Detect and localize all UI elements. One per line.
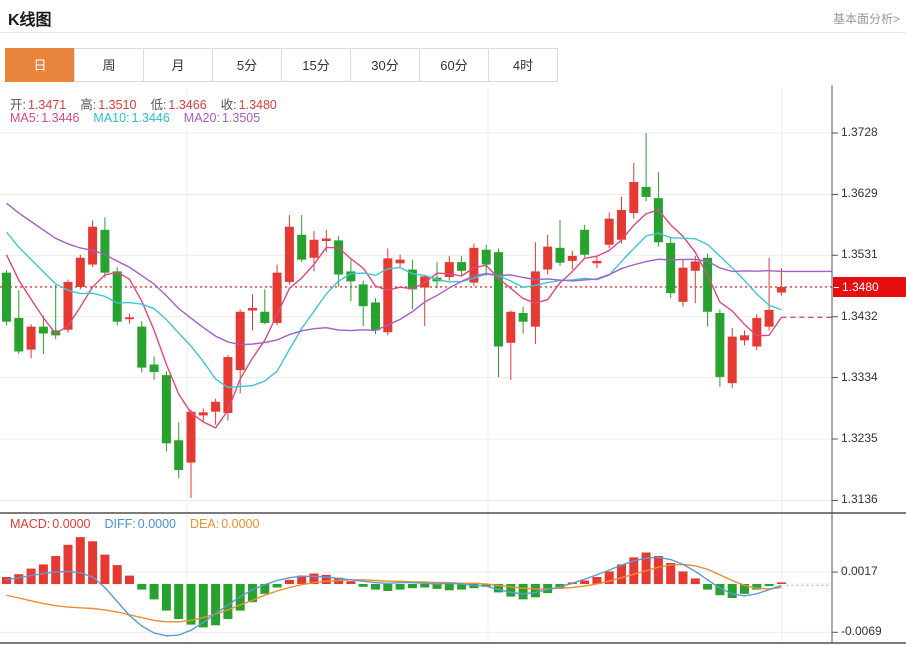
y-axis-label: 0.0017: [841, 564, 903, 578]
legend-value: 1.3480: [239, 98, 277, 112]
legend-ohlc-item: 收:1.3480: [221, 98, 277, 112]
diff-line: [7, 557, 782, 635]
legend-label: 低:: [150, 98, 166, 112]
legend-macd-item: MACD:0.0000: [10, 517, 91, 531]
kline-page: K线图 基本面分析> 日周月5分15分30分60分4时 开:1.3471高:1.…: [0, 0, 906, 646]
legend-label: MA5:: [10, 111, 39, 125]
legend-label: 收:: [221, 98, 237, 112]
y-axis-label: -0.0069: [841, 624, 903, 638]
legend-label: MA10:: [93, 111, 129, 125]
legend-value: 0.0000: [221, 517, 259, 531]
y-axis-label: 1.3629: [841, 186, 903, 200]
legend-value: 1.3446: [41, 111, 79, 125]
legend-ma-item: MA10:1.3446: [93, 111, 169, 125]
legend-ma-item: MA20:1.3505: [184, 111, 260, 125]
y-axis-label: 1.3235: [841, 431, 903, 445]
legend-label: 开:: [10, 98, 26, 112]
legend-value: 0.0000: [138, 517, 176, 531]
macd-legend: MACD:0.0000DIFF:0.0000DEA:0.0000: [10, 517, 273, 531]
candles-group: [2, 133, 786, 498]
legend-ohlc-item: 开:1.3471: [10, 98, 66, 112]
legend-label: DEA:: [190, 517, 219, 531]
y-axis-label: 1.3432: [841, 309, 903, 323]
legend-value: 1.3466: [168, 98, 206, 112]
legend-label: MACD:: [10, 517, 50, 531]
dea-line: [7, 564, 782, 621]
legend-label: 高:: [80, 98, 96, 112]
legend-value: 1.3446: [132, 111, 170, 125]
legend-macd-item: DEA:0.0000: [190, 517, 259, 531]
legend-ohlc-item: 低:1.3466: [150, 98, 206, 112]
y-axis-label: 1.3728: [841, 125, 903, 139]
legend-label: DIFF:: [105, 517, 136, 531]
y-axis-label: 1.3334: [841, 370, 903, 384]
legend-ohlc-item: 高:1.3510: [80, 98, 136, 112]
legend-value: 0.0000: [52, 517, 90, 531]
ma5-line: [7, 210, 782, 428]
y-axis-label: 1.3531: [841, 247, 903, 261]
price-badge: 1.3480: [833, 277, 906, 297]
legend-value: 1.3471: [28, 98, 66, 112]
legend-macd-item: DIFF:0.0000: [105, 517, 176, 531]
legend-label: MA20:: [184, 111, 220, 125]
y-axis-label: 1.3136: [841, 492, 903, 506]
ma20-line: [7, 203, 782, 345]
legend-value: 1.3510: [98, 98, 136, 112]
legend-value: 1.3505: [222, 111, 260, 125]
ma-legend: MA5:1.3446MA10:1.3446MA20:1.3505: [10, 111, 274, 125]
legend-ma-item: MA5:1.3446: [10, 111, 79, 125]
